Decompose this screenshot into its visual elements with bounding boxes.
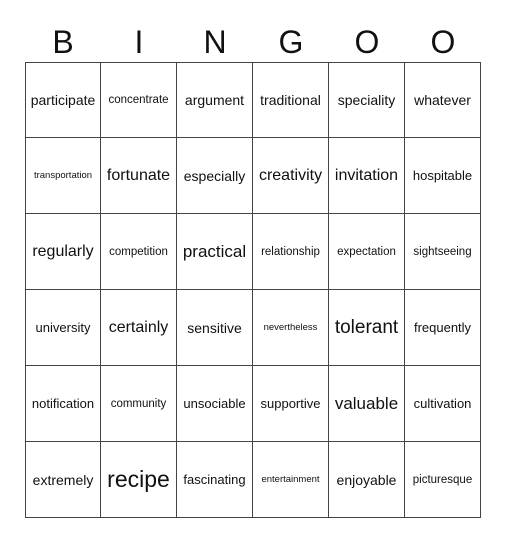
bingo-cell: participate (25, 62, 101, 138)
bingo-cell: extremely (25, 442, 101, 518)
bingo-cell: creativity (253, 138, 329, 214)
bingo-cell: supportive (253, 366, 329, 442)
bingo-cell: enjoyable (329, 442, 405, 518)
bingo-cell: cultivation (405, 366, 481, 442)
bingo-cell: frequently (405, 290, 481, 366)
bingo-grid: participate concentrate argument traditi… (25, 62, 481, 518)
bingo-cell: unsociable (177, 366, 253, 442)
bingo-cell: university (25, 290, 101, 366)
header-letter-n: N (203, 24, 227, 60)
bingo-cell: practical (177, 214, 253, 290)
bingo-cell: sightseeing (405, 214, 481, 290)
bingo-cell: especially (177, 138, 253, 214)
bingo-cell: relationship (253, 214, 329, 290)
bingo-cell: certainly (101, 290, 177, 366)
bingo-cell: argument (177, 62, 253, 138)
bingo-cell: recipe (101, 442, 177, 518)
bingo-cell: community (101, 366, 177, 442)
bingo-cell: regularly (25, 214, 101, 290)
bingo-cell: picturesque (405, 442, 481, 518)
header-letter-o: O (354, 24, 380, 60)
bingo-cell: whatever (405, 62, 481, 138)
bingo-cell: transportation (25, 138, 101, 214)
bingo-cell: fascinating (177, 442, 253, 518)
bingo-cell: competition (101, 214, 177, 290)
header-letter-i: I (134, 24, 144, 60)
bingo-cell: concentrate (101, 62, 177, 138)
bingo-cell: invitation (329, 138, 405, 214)
bingo-cell: entertainment (253, 442, 329, 518)
bingo-cell: hospitable (405, 138, 481, 214)
header-letter-o-2: O (430, 24, 456, 60)
bingo-cell: expectation (329, 214, 405, 290)
bingo-cell: fortunate (101, 138, 177, 214)
bingo-cell: traditional (253, 62, 329, 138)
bingo-cell: nevertheless (253, 290, 329, 366)
bingo-cell: valuable (329, 366, 405, 442)
bingo-cell: sensitive (177, 290, 253, 366)
bingo-header: B I N G O O (25, 22, 481, 62)
header-letter-g: G (278, 24, 304, 60)
header-letter-b: B (52, 24, 74, 60)
bingo-cell: notification (25, 366, 101, 442)
bingo-cell: tolerant (329, 290, 405, 366)
bingo-cell: speciality (329, 62, 405, 138)
